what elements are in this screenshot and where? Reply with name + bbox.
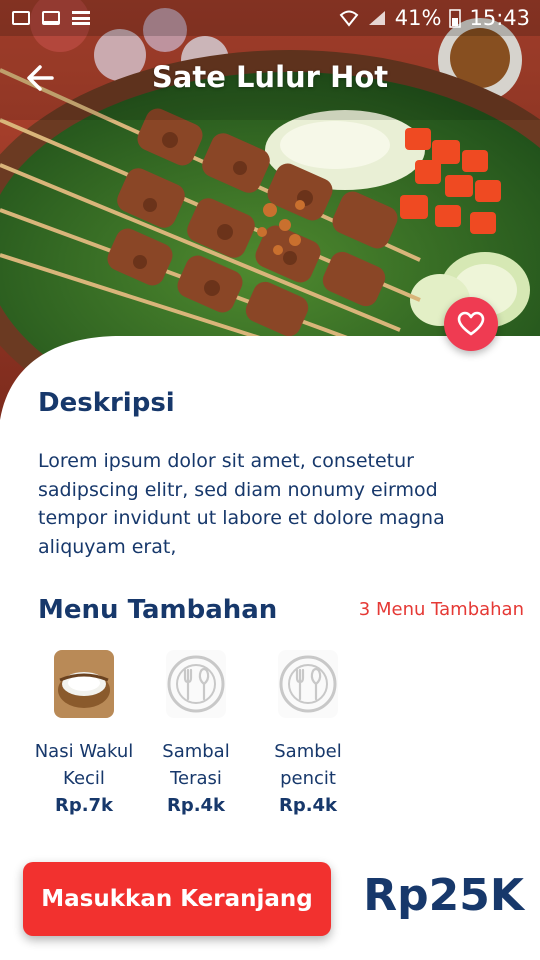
plate-utensils-icon <box>166 650 226 718</box>
description-heading: Deskripsi <box>38 388 175 418</box>
plate-utensils-icon <box>278 650 338 718</box>
addon-item[interactable]: Nasi Wakul Kecil Rp.7k <box>28 650 140 819</box>
addon-item[interactable]: Sambal Terasi Rp.4k <box>140 650 252 819</box>
addons-list: Nasi Wakul Kecil Rp.7k Sambal Terasi Rp.… <box>28 650 364 819</box>
rice-basket-image <box>54 650 114 718</box>
description-text: Lorem ipsum dolor sit amet, consetetur s… <box>38 450 445 558</box>
total-price: Rp25K <box>363 870 524 921</box>
add-to-cart-button[interactable]: Masukkan Keranjang <box>23 862 331 936</box>
signal-icon <box>368 11 385 25</box>
app-bar: Sate Lulur Hot <box>0 36 540 120</box>
addon-name: Sambel pencit <box>274 741 342 789</box>
laptop-notification-icon <box>42 11 60 25</box>
addon-price: Rp.7k <box>54 795 114 816</box>
addon-name: Nasi Wakul Kecil <box>34 741 134 789</box>
addon-price: Rp.4k <box>166 795 226 816</box>
page-title: Sate Lulur Hot <box>151 60 389 94</box>
battery-percent: 41% <box>394 6 442 30</box>
addon-name: Sambal Terasi <box>162 741 230 789</box>
list-notification-icon <box>72 11 90 25</box>
gallery-notification-icon <box>12 11 30 25</box>
clock-time: 15:43 <box>469 6 530 30</box>
addons-count[interactable]: 3 Menu Tambahan <box>359 599 524 620</box>
status-bar: 41% 15:43 <box>0 0 540 36</box>
wifi-icon <box>339 10 359 27</box>
favorite-button[interactable] <box>444 297 498 351</box>
addons-heading: Menu Tambahan <box>38 595 278 625</box>
addon-item[interactable]: Sambel pencit Rp.4k <box>252 650 364 819</box>
addon-price: Rp.4k <box>278 795 338 816</box>
heart-icon <box>457 311 485 336</box>
battery-icon <box>449 9 462 28</box>
